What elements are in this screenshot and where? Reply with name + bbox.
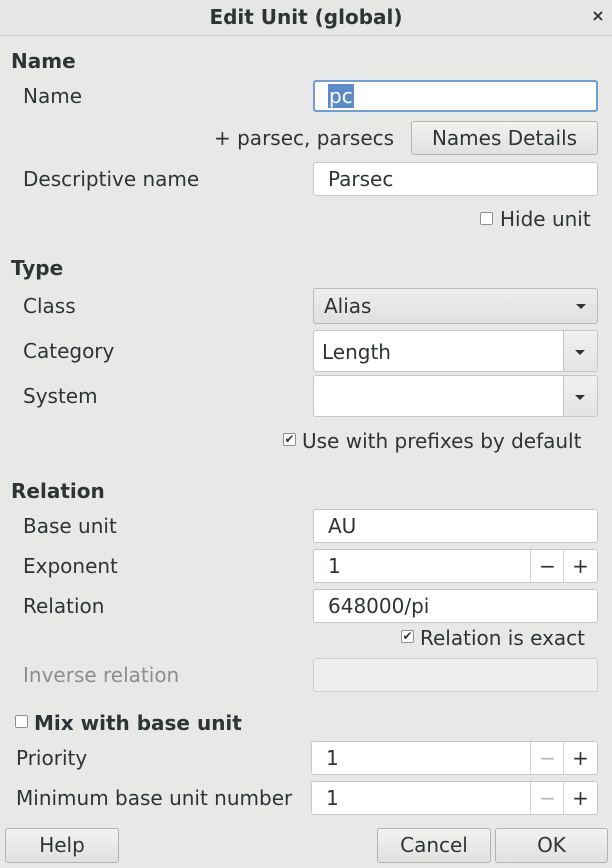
class-label: Class <box>23 294 76 318</box>
category-label: Category <box>23 339 115 363</box>
exponent-decrement-button[interactable]: − <box>530 550 564 582</box>
chevron-down-icon <box>576 304 586 309</box>
exponent-label: Exponent <box>23 554 118 578</box>
hide-unit-label: Hide unit <box>500 207 591 231</box>
descriptive-name-input[interactable]: Parsec <box>313 162 598 196</box>
relation-label: Relation <box>23 594 105 618</box>
plural-names-text: + parsec, parsecs <box>214 126 395 150</box>
name-input[interactable]: pc <box>313 80 598 112</box>
close-icon[interactable]: × <box>588 6 608 26</box>
inverse-relation-input <box>313 658 598 692</box>
min-base-unit-value: 1 <box>326 786 339 810</box>
ok-button[interactable]: OK <box>495 828 608 863</box>
priority-value: 1 <box>326 746 339 770</box>
min-base-unit-decrement-button[interactable]: − <box>530 782 564 814</box>
exponent-value: 1 <box>328 554 341 578</box>
mix-base-unit-checkbox[interactable] <box>15 715 28 728</box>
category-value: Length <box>322 340 391 364</box>
section-heading-type: Type <box>11 256 64 280</box>
chevron-down-icon <box>575 350 585 355</box>
relation-exact-label: Relation is exact <box>420 626 585 650</box>
category-dropdown-button[interactable] <box>563 331 597 371</box>
hide-unit-checkbox[interactable] <box>480 212 493 225</box>
exponent-increment-button[interactable]: + <box>563 550 597 582</box>
names-details-button[interactable]: Names Details <box>411 121 598 155</box>
priority-label: Priority <box>16 746 88 770</box>
class-dropdown-value: Alias <box>324 294 372 318</box>
relation-input[interactable]: 648000/pi <box>313 589 598 623</box>
priority-increment-button[interactable]: + <box>563 742 597 774</box>
category-combo[interactable]: Length <box>313 330 598 372</box>
name-input-selected-text: pc <box>328 84 354 108</box>
priority-spinbox[interactable]: 1 − + <box>311 741 598 775</box>
section-heading-name: Name <box>11 49 76 73</box>
section-heading-relation: Relation <box>11 479 105 503</box>
use-prefixes-label: Use with prefixes by default <box>302 429 582 453</box>
descriptive-name-label: Descriptive name <box>23 167 200 191</box>
system-dropdown-button[interactable] <box>563 376 597 416</box>
name-label: Name <box>23 84 83 108</box>
priority-decrement-button[interactable]: − <box>530 742 564 774</box>
system-combo[interactable] <box>313 375 598 417</box>
min-base-unit-spinbox[interactable]: 1 − + <box>311 781 598 815</box>
inverse-relation-label: Inverse relation <box>23 663 180 687</box>
chevron-down-icon <box>575 395 585 400</box>
min-base-unit-label: Minimum base unit number <box>16 786 293 810</box>
mix-base-unit-label: Mix with base unit <box>34 711 242 735</box>
class-dropdown[interactable]: Alias <box>313 288 598 324</box>
exponent-spinbox[interactable]: 1 − + <box>313 549 598 583</box>
use-prefixes-checkbox[interactable]: ✔ <box>283 433 296 446</box>
min-base-unit-increment-button[interactable]: + <box>563 782 597 814</box>
cancel-button[interactable]: Cancel <box>377 828 491 863</box>
base-unit-input[interactable]: AU <box>313 509 598 543</box>
help-button[interactable]: Help <box>5 828 119 863</box>
base-unit-label: Base unit <box>23 514 117 538</box>
relation-exact-checkbox[interactable]: ✔ <box>401 630 414 643</box>
system-label: System <box>23 384 98 408</box>
window-title: Edit Unit (global) <box>209 5 403 29</box>
